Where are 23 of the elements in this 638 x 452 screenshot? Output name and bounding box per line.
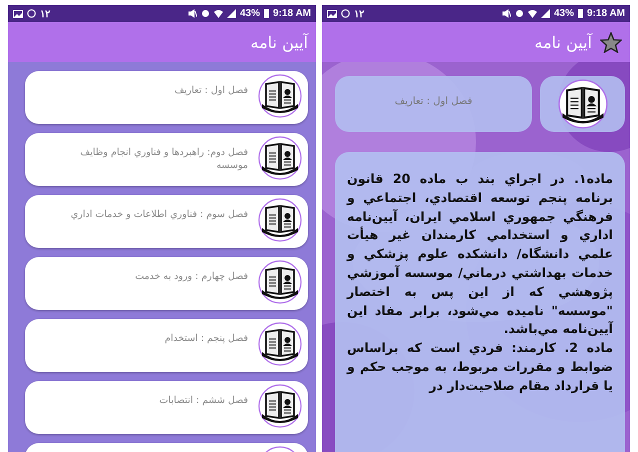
article-paragraph: ماده۱. در اجراي بند ب ماده 20 قانون برنامه پنجم توسعه اقتصادي، اجتماعي و فرهنگي جمهوري اسلامي ايران، آيين‌نامه اداري و استخدامي كارمندان غير هيأت علمي دانشگاه/ دانشكده علوم پزشكي و خدمات بهداشتي درماني/ موسسه آموزشي پژوهشي كه از اين پس به اختصار "موسسه" ناميده مي‌شود، برابر مفاد اين آيين‌نامه مي‌باشد. — [347, 170, 613, 338]
battery-level: 43% — [240, 8, 260, 19]
battery-level: 43% — [554, 8, 574, 19]
chapter-title: فصل پنجم : استخدام — [164, 332, 248, 345]
clock: 9:18 AM — [273, 8, 311, 19]
chapter-item[interactable]: فصل دوم: راهبردها و فناوري انجام وظايف موسسه — [25, 133, 308, 186]
chapter-item[interactable]: فصل اول : تعاریف — [25, 71, 308, 124]
article-paragraph: ماده 2. كارمند: فردي است كه براساس ضوابط و مقررات مربوط، به موجب حكم و يا قرارداد مقام صلاحيت‌دار در — [347, 339, 613, 396]
notification-count: ۱۲ — [40, 8, 50, 20]
chapter-title: فصل ششم : انتصابات — [158, 394, 248, 407]
chapter-title: فصل اول : تعاریف — [173, 84, 248, 97]
chapter-item[interactable]: فصل سوم : فناوري اطلاعات و خدمات اداري — [25, 195, 308, 248]
app-title: آیین نامه — [250, 32, 308, 52]
notification-count: ۱۲ — [354, 8, 364, 20]
chapter-title: فصل دوم: راهبردها و فناوري انجام وظايف موسسه — [79, 146, 248, 172]
chapter-item[interactable]: فصل پنجم : استخدام — [25, 319, 308, 372]
chapter-title: فصل سوم : فناوري اطلاعات و خدمات اداري — [70, 208, 248, 221]
chapter-item[interactable]: فصل ششم : انتصابات — [25, 381, 308, 434]
chapter-title: فصل اول : تعاریف — [335, 76, 532, 132]
clock: 9:18 AM — [587, 8, 625, 19]
chapter-item[interactable]: فصل چهارم : ورود به خدمت — [25, 257, 308, 310]
app-title: آیین نامه — [534, 32, 592, 52]
chapter-title: فصل چهارم : ورود به خدمت — [134, 270, 248, 283]
